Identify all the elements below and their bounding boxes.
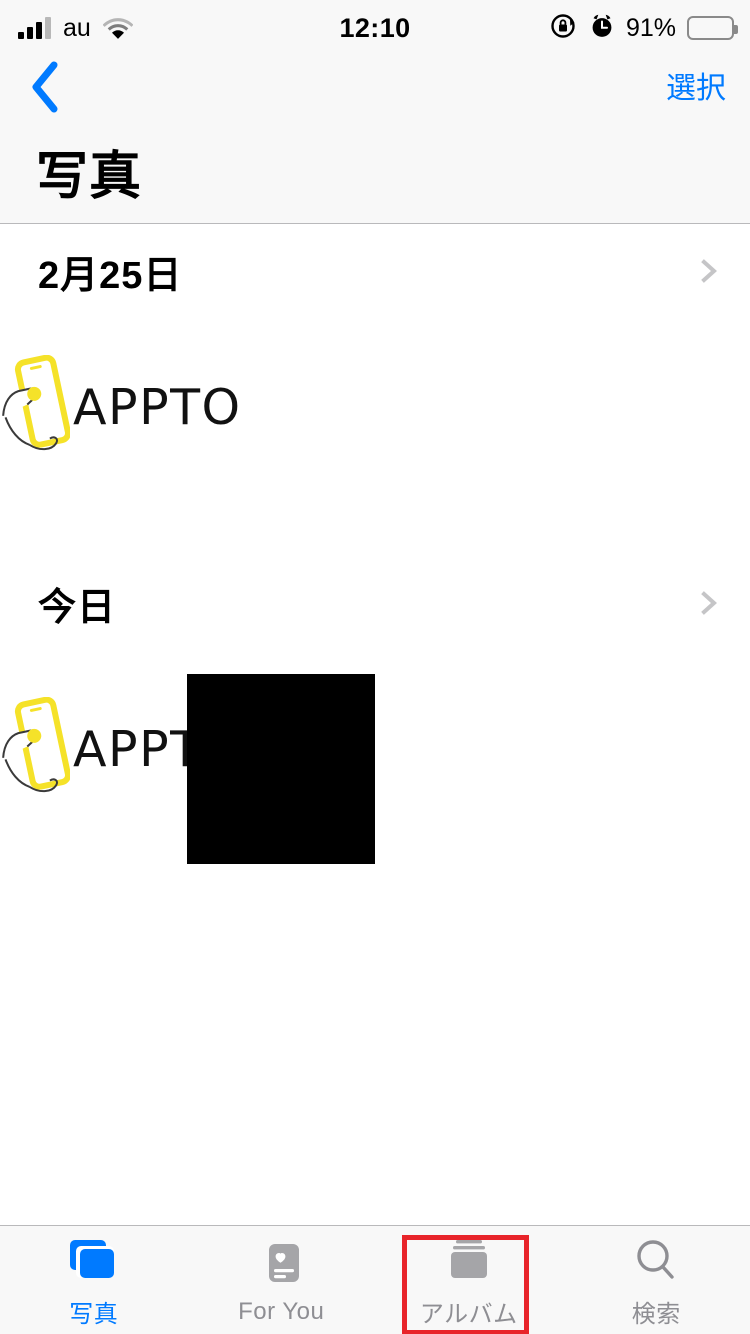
- tab-albums[interactable]: アルバム: [375, 1226, 563, 1334]
- appto-logo-text: APPTO: [73, 378, 242, 436]
- tab-bar: 写真 For You アルバム 検索: [0, 1225, 750, 1334]
- photo-row-moment-1: APPTO: [0, 317, 750, 507]
- section-header-moment-2[interactable]: 今日: [0, 557, 750, 649]
- photo-thumbnail-black[interactable]: [187, 674, 375, 864]
- photo-row-moment-2: APPTO: [0, 649, 750, 879]
- photos-list[interactable]: 2月25日 APPTO 今日 APPTO: [0, 225, 750, 1224]
- chevron-right-icon[interactable]: [696, 259, 720, 283]
- tab-for-you[interactable]: For You: [188, 1226, 376, 1334]
- magnifier-icon: [628, 1237, 684, 1285]
- albums-stack-icon: [441, 1237, 497, 1285]
- back-button[interactable]: [14, 58, 76, 120]
- select-button[interactable]: 選択: [666, 64, 726, 114]
- status-bar-right: 91%: [550, 0, 738, 56]
- chevron-right-icon[interactable]: [696, 591, 720, 615]
- page-title: 写真: [36, 148, 143, 206]
- chevron-left-icon: [28, 59, 62, 120]
- section-title: 2月25日: [38, 254, 183, 297]
- tab-photos[interactable]: 写真: [0, 1226, 188, 1334]
- photo-thumbnail-appto-1[interactable]: APPTO: [0, 347, 242, 467]
- status-bar: au 12:10 91%: [0, 0, 750, 56]
- photos-stack-icon: [66, 1237, 122, 1285]
- appto-logo-icon: [0, 696, 72, 801]
- tab-label: 写真: [69, 1301, 119, 1328]
- tab-label: 検索: [631, 1301, 681, 1328]
- section-title: 今日: [38, 586, 117, 629]
- tab-label: アルバム: [419, 1301, 518, 1328]
- battery-icon: [687, 16, 738, 40]
- battery-percent-label: 91%: [625, 13, 676, 42]
- tab-search[interactable]: 検索: [563, 1226, 750, 1334]
- for-you-card-icon: [253, 1241, 309, 1289]
- appto-logo-icon: [0, 354, 72, 459]
- rotation-lock-icon: [550, 12, 578, 45]
- section-header-moment-1[interactable]: 2月25日: [0, 225, 750, 317]
- tab-label: For You: [238, 1297, 325, 1325]
- photos-app-screen: au 12:10 91% 選択 写真 2月25日 APPTO 今日 APPTO …: [0, 0, 750, 1334]
- navigation-bar: 選択 写真: [0, 56, 750, 224]
- alarm-clock-icon: [589, 12, 615, 45]
